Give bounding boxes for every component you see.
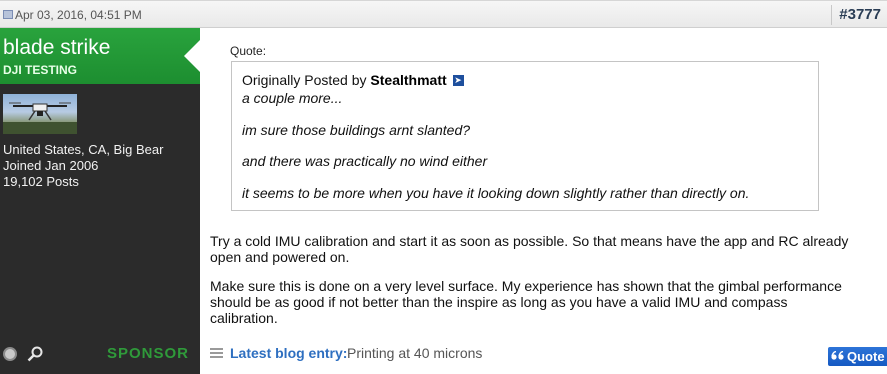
- avatar[interactable]: [3, 94, 77, 134]
- user-post-count: 19,102 Posts: [3, 174, 79, 189]
- post-date: Apr 03, 2016, 04:51 PM: [15, 8, 142, 22]
- user-banner: blade strike DJI TESTING: [0, 28, 200, 84]
- quote-icon: [831, 351, 844, 360]
- post-number-link[interactable]: #3777: [831, 5, 887, 25]
- user-join-date: Joined Jan 2006: [3, 158, 99, 173]
- quote-label: Quote:: [230, 44, 267, 58]
- post-paragraph: Try a cold IMU calibration and start it …: [210, 233, 849, 265]
- post-body: Try a cold IMU calibration and start it …: [210, 233, 850, 339]
- quote-author: Stealthmatt: [370, 72, 447, 88]
- search-icon[interactable]: [27, 346, 43, 362]
- quote-line: and there was practically no wind either: [242, 153, 488, 169]
- post-header: Apr 03, 2016, 04:51 PM #3777: [0, 0, 887, 28]
- quote-posted-by: Originally Posted by: [242, 72, 367, 88]
- view-post-icon[interactable]: ➤: [452, 74, 464, 86]
- quote-button[interactable]: Quote: [828, 347, 887, 366]
- blog-label: Latest blog entry:: [230, 345, 348, 361]
- username-link[interactable]: blade strike: [3, 36, 110, 60]
- quote-line: it seems to be more when you have it loo…: [242, 185, 750, 201]
- online-status-icon: [3, 347, 17, 361]
- quote-line: im sure those buildings arnt slanted?: [242, 122, 471, 138]
- sponsor-badge: SPONSOR: [107, 345, 190, 362]
- drone-image: [3, 102, 77, 134]
- quote-line: a couple more...: [242, 90, 343, 106]
- quote-origin: Originally Posted by Stealthmatt ➤: [242, 72, 464, 88]
- user-panel: blade strike DJI TESTING United States, …: [0, 28, 200, 374]
- user-title: DJI TESTING: [3, 63, 78, 77]
- post-paragraph: Make sure this is done on a very level s…: [210, 278, 842, 326]
- blog-title-link[interactable]: Printing at 40 microns: [347, 345, 482, 361]
- user-location: United States, CA, Big Bear: [3, 142, 164, 157]
- list-icon: [210, 348, 223, 360]
- post-icon: [3, 10, 13, 19]
- user-info: United States, CA, Big Bear Joined Jan 2…: [3, 142, 163, 190]
- quote-box: Originally Posted by Stealthmatt ➤ a cou…: [231, 61, 819, 211]
- quote-button-label: Quote: [847, 349, 885, 364]
